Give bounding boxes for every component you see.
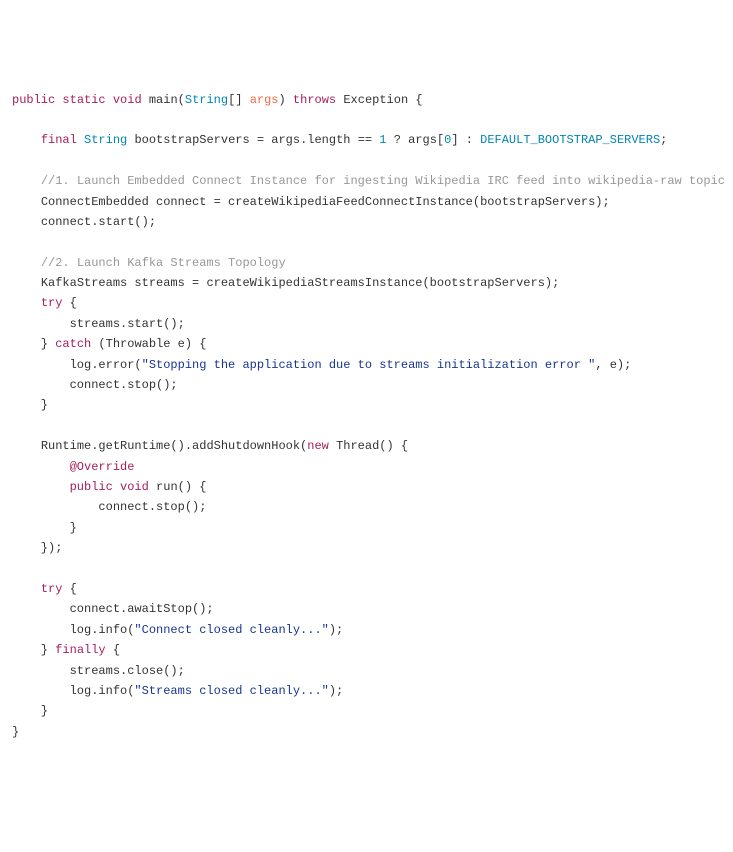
code-text: , e); (595, 358, 631, 372)
code-text: bootstrapServers = args.length == (134, 133, 379, 147)
method-name: run (156, 480, 178, 494)
keyword-catch: catch (55, 337, 91, 351)
code-text: ] : (451, 133, 480, 147)
keyword-try: try (41, 582, 63, 596)
code-line: connect.awaitStop(); (70, 602, 214, 616)
keyword-static: static (62, 93, 105, 107)
comment: //2. Launch Kafka Streams Topology (41, 256, 286, 270)
code-line: connect.stop(); (70, 378, 178, 392)
code-line: streams.start(); (70, 317, 185, 331)
code-text: ); (329, 684, 343, 698)
keyword-void: void (120, 480, 149, 494)
constant: DEFAULT_BOOTSTRAP_SERVERS (480, 133, 660, 147)
keyword-public: public (12, 93, 55, 107)
keyword-new: new (307, 439, 329, 453)
code-text: log.info( (70, 623, 135, 637)
keyword-void: void (113, 93, 142, 107)
number-literal: 1 (379, 133, 386, 147)
code-text: ? args[ (387, 133, 445, 147)
code-text: ); (329, 623, 343, 637)
code-text: log.info( (70, 684, 135, 698)
string-literal: "Connect closed cleanly..." (134, 623, 328, 637)
code-text: () { (178, 480, 207, 494)
type-string: String (185, 93, 228, 107)
method-name: main (149, 93, 178, 107)
code-text: log.error( (70, 358, 142, 372)
type-string: String (84, 133, 127, 147)
code-line: streams.close(); (70, 664, 185, 678)
keyword-throws: throws (293, 93, 336, 107)
string-literal: "Streams closed cleanly..." (134, 684, 328, 698)
code-text: Runtime.getRuntime().addShutdownHook( (41, 439, 307, 453)
annotation-override: @Override (70, 460, 135, 474)
code-line: connect.start(); (41, 215, 156, 229)
code-line: KafkaStreams streams = createWikipediaSt… (41, 276, 559, 290)
code-line: ConnectEmbedded connect = createWikipedi… (41, 195, 610, 209)
type-exception: Exception (343, 93, 408, 107)
keyword-finally: finally (55, 643, 105, 657)
code-text: Thread() { (329, 439, 408, 453)
keyword-final: final (41, 133, 77, 147)
keyword-try: try (41, 296, 63, 310)
comment: //1. Launch Embedded Connect Instance fo… (41, 174, 725, 188)
code-block: public static void main(String[] args) t… (12, 90, 721, 743)
string-literal: "Stopping the application due to streams… (142, 358, 596, 372)
code-text: (Throwable e) { (91, 337, 206, 351)
code-line: connect.stop(); (98, 500, 206, 514)
keyword-public: public (70, 480, 113, 494)
param-args: args (250, 93, 279, 107)
